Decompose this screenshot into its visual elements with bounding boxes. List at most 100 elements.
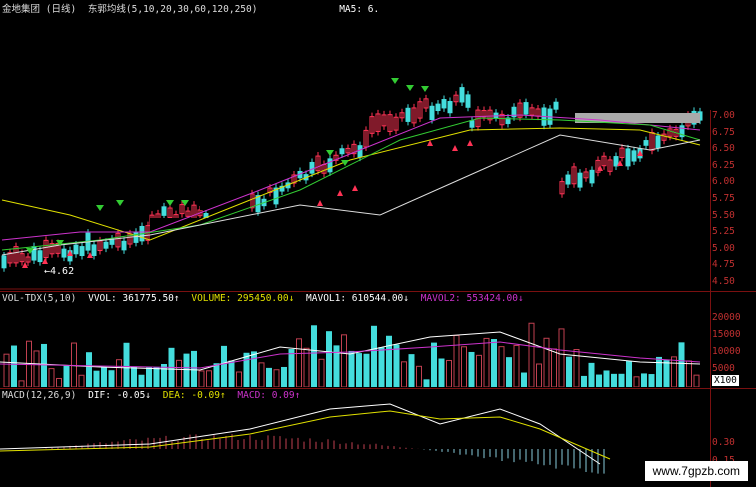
candle-body [469, 120, 475, 128]
candle-body [565, 174, 571, 185]
candle-body [655, 135, 661, 149]
price-tick-625: 6.25 [712, 159, 735, 171]
volume-bar [588, 362, 595, 387]
volume-bar [326, 331, 332, 387]
volume-bar [183, 353, 190, 387]
volume-bar [641, 373, 647, 387]
volume-bar [63, 365, 70, 387]
candle-body [61, 248, 67, 258]
price-tick-600: 6.00 [712, 176, 735, 188]
candle-body [589, 169, 595, 184]
low-price-label: ←4.62 [44, 266, 74, 277]
volume-bar [416, 365, 422, 387]
volume-bar [243, 352, 250, 387]
vol-tick-5000: 5000 [712, 363, 735, 374]
volume-bar [393, 344, 400, 387]
volume-bar [93, 370, 100, 387]
volume-bar [153, 367, 160, 387]
volume-bar [191, 350, 197, 387]
price-chart[interactable]: ←4.62 [0, 0, 756, 290]
candle-body [121, 240, 127, 251]
sell-arrow-icon [421, 86, 429, 92]
y-axis-line [710, 110, 711, 487]
candle-body [37, 250, 43, 263]
buy-arrow-icon [317, 200, 323, 206]
volume-bar [663, 360, 670, 387]
buy-arrow-icon [42, 258, 48, 264]
volume-bar [363, 353, 370, 387]
watermark: www.7gpzb.com [644, 461, 748, 481]
volume-bar [648, 374, 655, 387]
volume-bar [671, 356, 677, 387]
volume-bar [86, 352, 92, 387]
volume-bar [123, 342, 130, 387]
candle-body [523, 102, 529, 115]
volume-bar [581, 375, 587, 387]
volume-bar [558, 328, 565, 387]
volume-bar [693, 374, 700, 387]
volume-bar [423, 379, 430, 387]
volume-bar [273, 369, 280, 387]
volume-bar [356, 353, 362, 387]
volume-bar [56, 377, 62, 387]
volume-bar [258, 362, 265, 387]
dea-line [0, 410, 611, 460]
volume-bar [266, 367, 272, 387]
buy-arrow-icon [467, 140, 473, 146]
chart-mask [150, 218, 710, 290]
candle-body [133, 231, 139, 243]
volume-bar [453, 334, 460, 387]
volume-bar [461, 346, 467, 387]
volume-bar [618, 373, 625, 387]
volume-bar [33, 350, 40, 387]
volume-bar [41, 343, 47, 387]
sell-arrow-icon [116, 200, 124, 206]
volume-bar [536, 363, 542, 387]
volume-bar [686, 360, 692, 387]
candle-body [465, 94, 471, 108]
volume-bar [543, 337, 550, 387]
price-tick-650: 6.50 [712, 143, 735, 155]
volume-bar [161, 363, 167, 387]
volume-bar [228, 360, 235, 387]
macd-chart[interactable] [0, 389, 756, 487]
volume-bar [431, 342, 437, 387]
volume-bar [408, 354, 415, 387]
volume-bar [116, 359, 122, 387]
candle-body [643, 140, 649, 146]
candle-body [255, 195, 261, 213]
volume-bar [528, 322, 535, 387]
volume-bar [513, 344, 520, 387]
candle-body [357, 145, 363, 158]
volume-bar [438, 358, 445, 387]
candle-body [405, 107, 411, 122]
volume-bar [596, 374, 602, 387]
volume-bar [213, 363, 220, 387]
candle-body [327, 158, 333, 173]
candle-body [553, 101, 559, 110]
candle-body [441, 99, 447, 109]
volume-bar [236, 371, 242, 387]
volume-bar [566, 356, 572, 387]
volume-bar [483, 337, 490, 387]
price-tick-500: 5.00 [712, 242, 735, 254]
volume-bar [378, 347, 385, 387]
volume-bar [506, 357, 512, 387]
volume-bar [476, 354, 482, 387]
volume-chart[interactable] [0, 292, 756, 387]
vol-tick-15000: 15000 [712, 329, 741, 340]
volume-bar [176, 359, 182, 387]
volume-bar [633, 376, 640, 387]
volume-bar [401, 361, 407, 387]
candle-body [435, 103, 441, 112]
volume-bar [386, 335, 392, 387]
volume-bar [611, 373, 617, 387]
sell-arrow-icon [406, 85, 414, 91]
candle-body [625, 148, 631, 167]
candle-body [577, 172, 583, 188]
volume-bar [48, 368, 55, 387]
volume-bar [521, 372, 527, 387]
volume-bar [108, 370, 115, 387]
candle-body [631, 150, 637, 162]
sell-arrow-icon [391, 78, 399, 84]
